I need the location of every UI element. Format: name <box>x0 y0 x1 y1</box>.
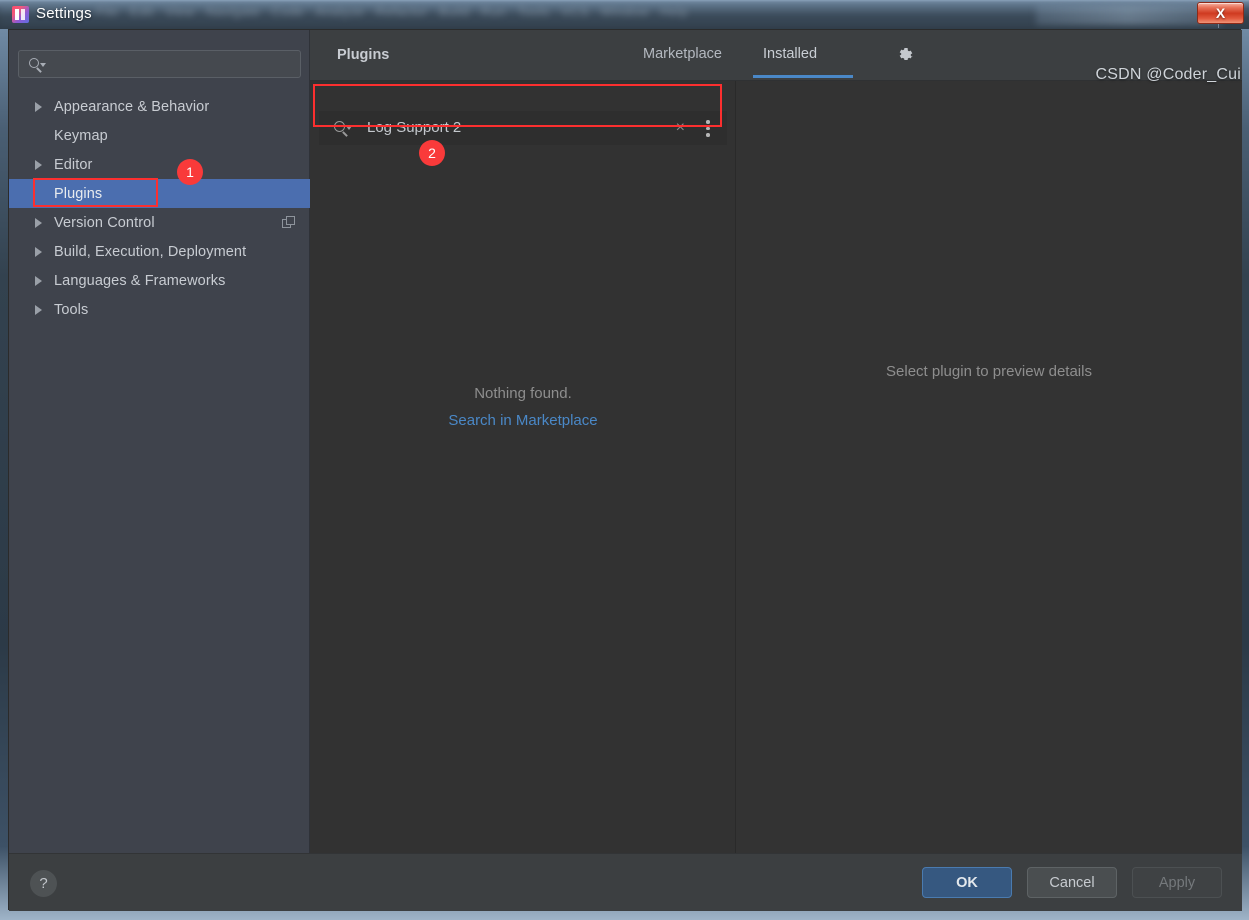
sidebar-item-label: Tools <box>54 301 89 318</box>
sidebar-item-label: Keymap <box>54 127 108 144</box>
titlebar-blur-right <box>1036 5 1221 25</box>
plugin-preview-pane: Select plugin to preview details <box>736 81 1242 853</box>
close-button[interactable]: X <box>1197 2 1244 24</box>
tab-installed[interactable]: Installed <box>763 46 817 62</box>
clear-search-icon[interactable]: × <box>676 119 685 136</box>
title-bar: File Edit View Navigate Code Analyze Ref… <box>0 0 1249 29</box>
plugins-list-panel: Log Support 2 × Nothing found. Search in… <box>310 81 736 853</box>
intellij-idea-icon <box>12 6 29 23</box>
settings-dialog: Appearance & Behavior Keymap Editor Plug… <box>8 29 1242 911</box>
dialog-footer: ? OK Cancel Apply <box>9 853 1242 911</box>
settings-sidebar: Appearance & Behavior Keymap Editor Plug… <box>9 30 310 853</box>
sidebar-search-input[interactable] <box>18 50 301 78</box>
window-title: Settings <box>36 5 92 22</box>
plugin-search-value: Log Support 2 <box>367 119 462 136</box>
chevron-right-icon <box>35 304 42 315</box>
sidebar-item-label: Plugins <box>54 185 103 202</box>
sidebar-item-tools[interactable]: Tools <box>9 295 310 324</box>
help-button[interactable]: ? <box>30 870 57 897</box>
chevron-right-icon <box>35 159 42 170</box>
preview-placeholder: Select plugin to preview details <box>886 363 1092 380</box>
page-title: Plugins <box>337 47 390 63</box>
tab-marketplace[interactable]: Marketplace <box>643 46 722 62</box>
search-in-marketplace-link[interactable]: Search in Marketplace <box>310 412 736 429</box>
settings-tree: Appearance & Behavior Keymap Editor Plug… <box>9 92 310 324</box>
sidebar-item-editor[interactable]: Editor <box>9 150 310 179</box>
sidebar-item-keymap[interactable]: Keymap <box>9 121 310 150</box>
ok-button[interactable]: OK <box>922 867 1012 898</box>
search-icon <box>333 119 353 137</box>
sidebar-item-label: Version Control <box>54 214 155 231</box>
sidebar-item-label: Languages & Frameworks <box>54 272 226 289</box>
chevron-right-icon <box>35 101 42 112</box>
sidebar-item-label: Build, Execution, Deployment <box>54 243 247 260</box>
chevron-right-icon <box>35 217 42 228</box>
chevron-right-icon <box>35 275 42 286</box>
copy-icon <box>282 216 296 230</box>
sidebar-item-languages-frameworks[interactable]: Languages & Frameworks <box>9 266 310 295</box>
cancel-button[interactable]: Cancel <box>1027 867 1117 898</box>
sidebar-item-label: Appearance & Behavior <box>54 98 210 115</box>
sidebar-item-build-execution-deployment[interactable]: Build, Execution, Deployment <box>9 237 310 266</box>
search-icon <box>28 56 48 74</box>
apply-button: Apply <box>1132 867 1222 898</box>
gear-icon[interactable] <box>895 45 915 65</box>
sidebar-item-version-control[interactable]: Version Control <box>9 208 310 237</box>
sidebar-item-label: Editor <box>54 156 93 173</box>
more-vertical-icon[interactable] <box>706 120 710 137</box>
empty-state-message: Nothing found. <box>474 385 572 402</box>
chevron-right-icon <box>35 246 42 257</box>
sidebar-item-plugins[interactable]: Plugins <box>9 179 310 208</box>
close-icon: X <box>1215 5 1226 21</box>
watermark: CSDN @Coder_Cui <box>1095 66 1241 83</box>
settings-window: File Edit View Navigate Code Analyze Ref… <box>0 0 1249 920</box>
plugin-search-input[interactable]: Log Support 2 × <box>319 111 727 145</box>
sidebar-item-appearance-behavior[interactable]: Appearance & Behavior <box>9 92 310 121</box>
blurred-menu-background: File Edit View Navigate Code Analyze Ref… <box>96 4 689 19</box>
active-tab-indicator <box>753 75 853 78</box>
